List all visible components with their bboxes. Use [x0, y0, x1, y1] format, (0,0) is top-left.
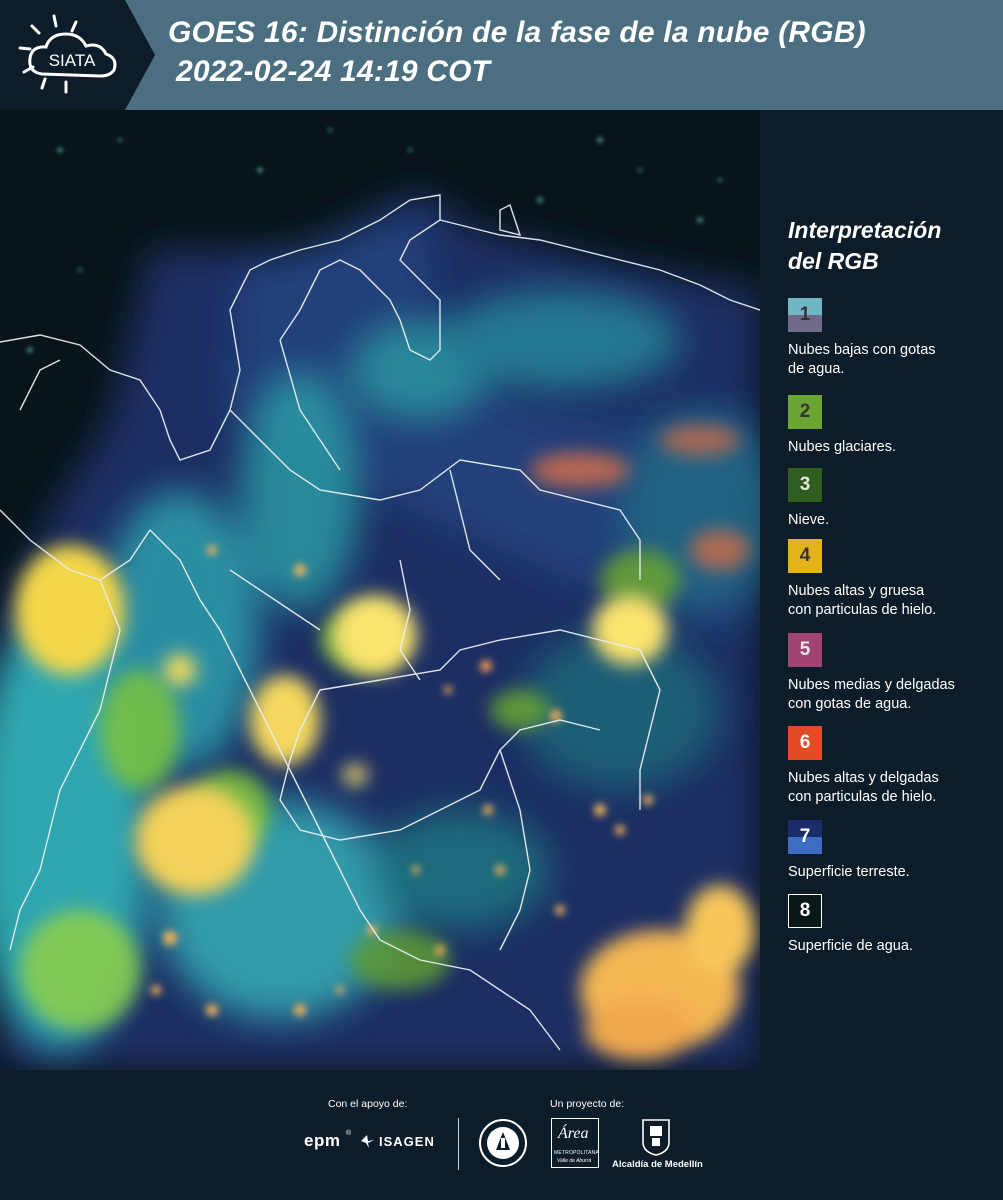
university-seal-icon	[479, 1119, 527, 1167]
legend-label-line: Nubes altas y gruesa	[788, 583, 925, 599]
legend-number: 7	[799, 826, 811, 847]
legend-number: 2	[799, 401, 811, 422]
satellite-map	[0, 110, 760, 1070]
legend-item-6: 6 Nubes altas y delgadas con particulas …	[788, 726, 998, 807]
legend-item-4: 4 Nubes altas y gruesa con particulas de…	[788, 539, 998, 620]
legend-label-line: Superficie de agua.	[788, 938, 913, 954]
legend-label-line: Nubes bajas con gotas	[788, 342, 936, 358]
title-arrow-shape	[125, 0, 155, 110]
area-logo-subtitle: METROPOLITANA	[554, 1150, 600, 1156]
legend-label-line: con particulas de hielo.	[788, 602, 937, 618]
project-label: Un proyecto de:	[550, 1098, 625, 1110]
legend-item-3: 3 Nieve.	[788, 468, 998, 530]
area-logo-subtitle2: Valle de Aburrá	[557, 1158, 592, 1164]
legend-swatch: 7	[788, 820, 822, 854]
legend-label-line: Nieve.	[788, 512, 830, 528]
legend-number: 1	[799, 304, 811, 325]
isagen-icon	[361, 1135, 374, 1148]
alcaldia-label: Alcaldía de Medellín	[612, 1159, 703, 1170]
legend-swatch: 4	[788, 539, 822, 573]
page-title: GOES 16: Distinción de la fase de la nub…	[168, 16, 866, 49]
legend-label: Nieve.	[788, 511, 998, 530]
legend-swatch: 2	[788, 395, 822, 429]
legend-label-line: con gotas de agua.	[788, 696, 912, 712]
legend-label: Nubes glaciares.	[788, 438, 998, 457]
legend-item-7: 7 Superficie terreste.	[788, 820, 998, 882]
legend-label: Superficie terreste.	[788, 863, 998, 882]
legend-number: 5	[799, 639, 811, 660]
timestamp: 2022-02-24 14:19 COT	[176, 55, 491, 88]
legend-label-line: Nubes glaciares.	[788, 439, 896, 455]
siata-logo: SIATA	[18, 14, 117, 94]
legend-title: Interpretación del RGB	[788, 215, 988, 277]
epm-logo: epm	[304, 1131, 341, 1150]
legend-swatch: 8	[788, 894, 822, 928]
legend-item-8: 8 Superficie de agua.	[788, 894, 998, 956]
legend-number: 3	[799, 474, 811, 495]
legend-label: Nubes medias y delgadas con gotas de agu…	[788, 676, 998, 714]
logo-text: SIATA	[49, 51, 96, 70]
legend-swatch: 6	[788, 726, 822, 760]
footer: Con el apoyo de: Un proyecto de: epm ® I…	[0, 1070, 1003, 1200]
legend-label: Nubes bajas con gotas de agua.	[788, 341, 998, 379]
support-label: Con el apoyo de:	[328, 1098, 408, 1110]
legend-title-line1: Interpretación	[788, 217, 942, 243]
area-logo-word: Área	[558, 1125, 589, 1142]
legend-number: 8	[799, 900, 811, 921]
legend-label-line: Superficie terreste.	[788, 864, 910, 880]
legend-label-line: Nubes altas y delgadas	[788, 770, 939, 786]
legend-panel: Interpretación del RGB 1 Nubes bajas con…	[760, 110, 1003, 1070]
legend-item-2: 2 Nubes glaciares.	[788, 395, 998, 457]
legend-label-line: Nubes medias y delgadas	[788, 677, 955, 693]
legend-item-1: 1 Nubes bajas con gotas de agua.	[788, 298, 998, 379]
satellite-image	[0, 110, 760, 1070]
legend-number: 4	[799, 545, 811, 566]
legend-label-line: con particulas de hielo.	[788, 789, 937, 805]
header: SIATA GOES 16: Distinción de la fase de …	[0, 0, 1003, 110]
registered-mark-icon: ®	[346, 1130, 352, 1137]
legend-swatch: 1	[788, 298, 822, 332]
legend-swatch: 3	[788, 468, 822, 502]
legend-number: 6	[799, 732, 811, 753]
legend-label: Nubes altas y delgadas con particulas de…	[788, 769, 998, 807]
area-metropolitana-logo: Área METROPOLITANA Valle de Aburrá	[551, 1118, 599, 1168]
medellin-shield-icon	[642, 1119, 670, 1156]
legend-swatch: 5	[788, 633, 822, 667]
legend-item-5: 5 Nubes medias y delgadas con gotas de a…	[788, 633, 998, 714]
legend-label: Nubes altas y gruesa con particulas de h…	[788, 582, 998, 620]
legend-title-line2: del RGB	[788, 248, 879, 274]
footer-separator	[458, 1118, 459, 1170]
legend-label: Superficie de agua.	[788, 937, 998, 956]
legend-label-line: de agua.	[788, 361, 845, 377]
isagen-logo: ISAGEN	[379, 1134, 435, 1149]
